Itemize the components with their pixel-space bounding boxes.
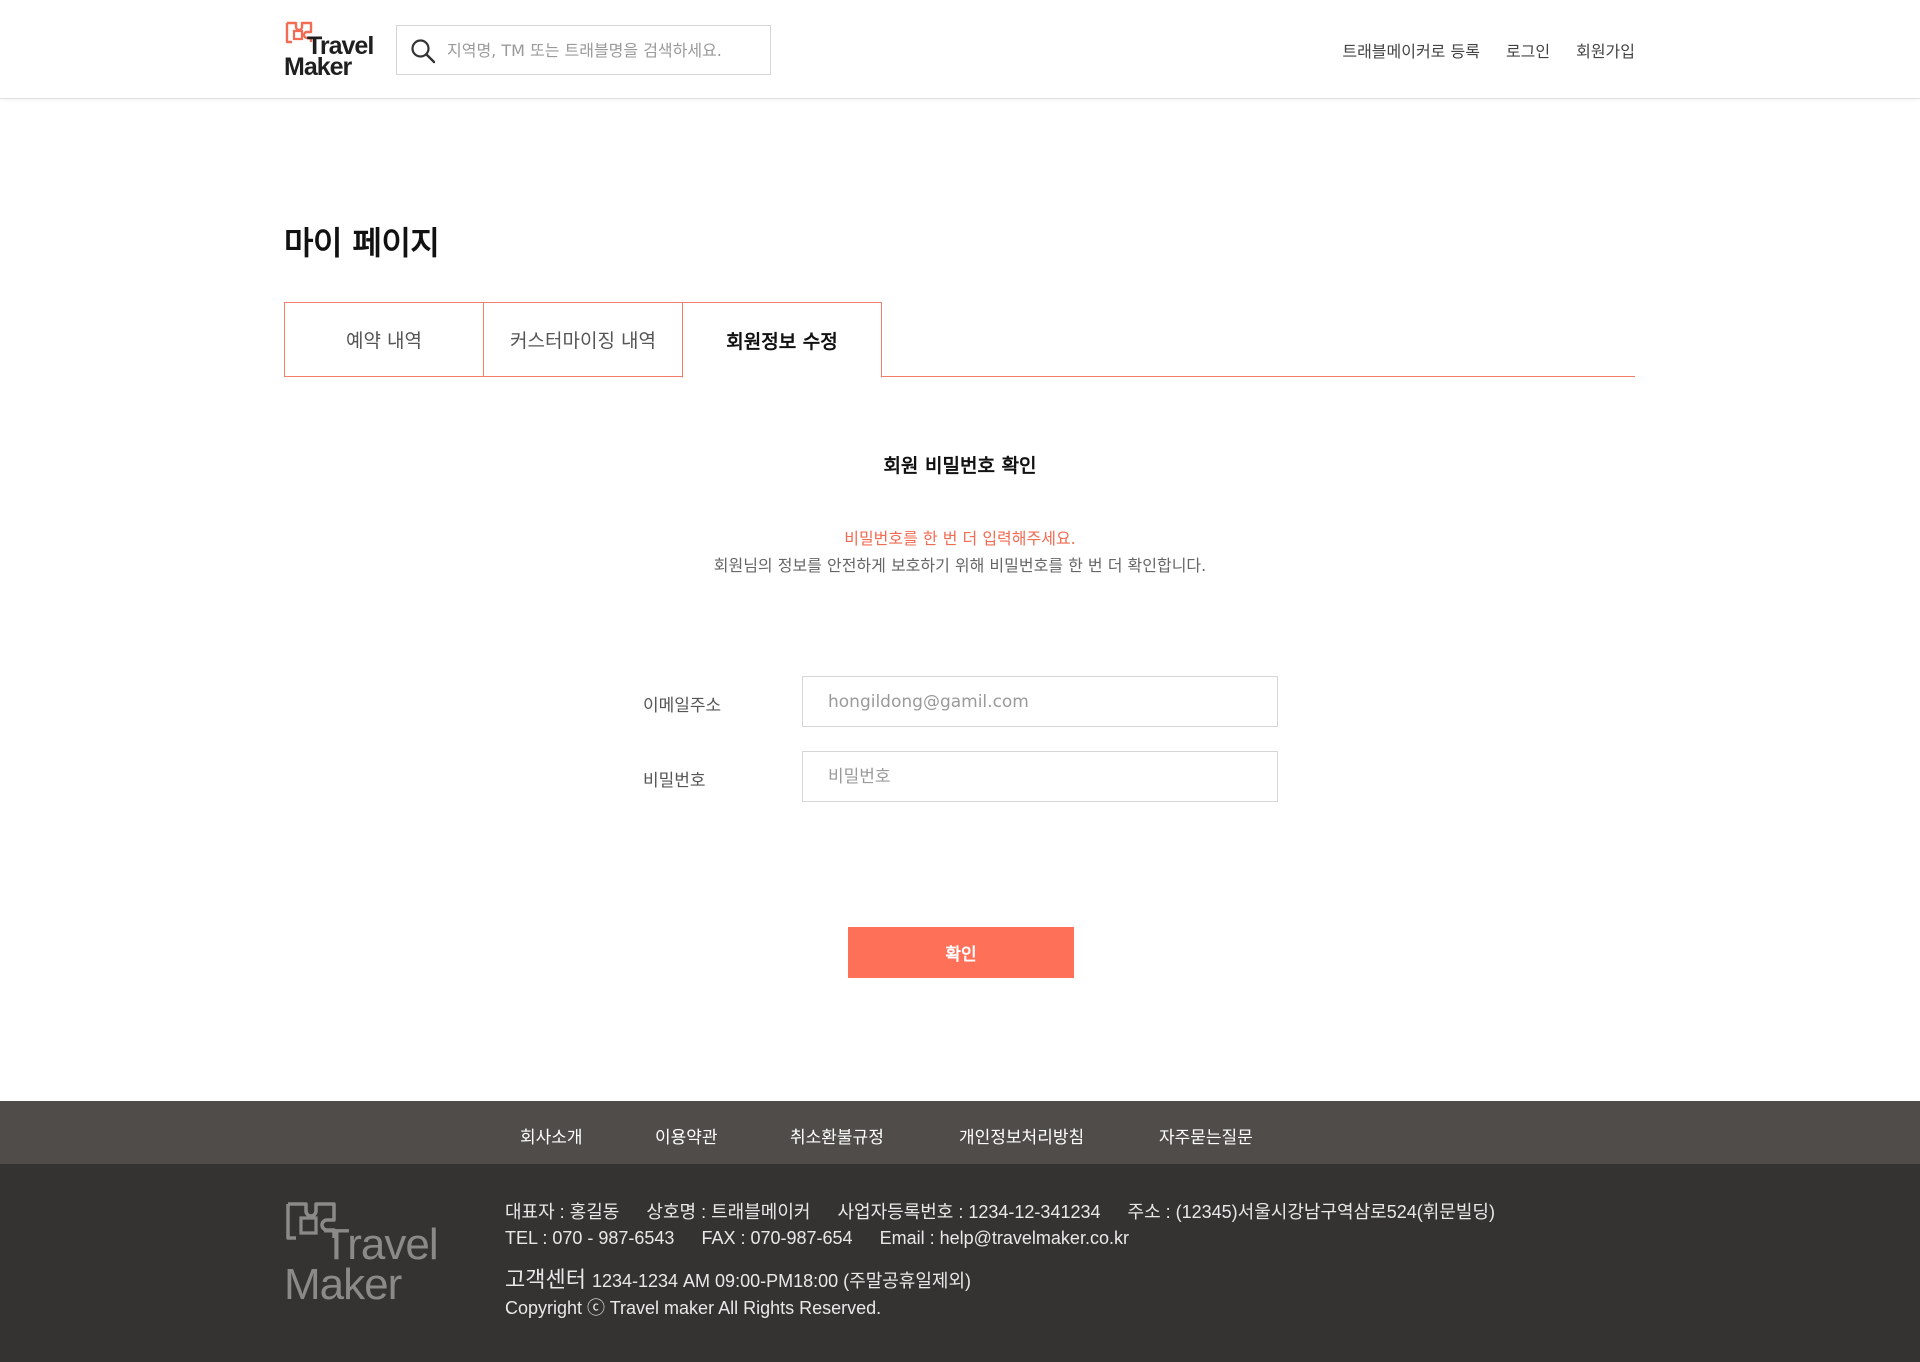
footer-link-terms[interactable]: 이용약관	[655, 1123, 718, 1148]
logo-line-1: Travel	[307, 32, 374, 60]
tab-customizing[interactable]: 커스터마이징 내역	[483, 302, 683, 377]
company-info-line-1: 대표자 : 홍길동 상호명 : 트래블메이커 사업자등록번호 : 1234-12…	[505, 1198, 1517, 1224]
footer-link-faq[interactable]: 자주묻는질문	[1159, 1123, 1253, 1148]
company-info-line-2: TEL : 070 - 987-6543 FAX : 070-987-654 E…	[505, 1228, 1151, 1249]
address-text: 주소 : (12345)서울시강남구역삼로524(휘문빌딩)	[1127, 1202, 1495, 1222]
company-name-text: 상호명 : 트래블메이커	[646, 1202, 811, 1222]
footer-logo: Travel Maker	[284, 1200, 449, 1309]
login-link[interactable]: 로그인	[1506, 38, 1550, 62]
security-notice: 회원님의 정보를 안전하게 보호하기 위해 비밀번호를 한 번 더 확인합니다.	[713, 556, 1207, 575]
search-icon[interactable]	[410, 38, 436, 64]
section-title: 회원 비밀번호 확인	[883, 455, 1037, 477]
footer-logo-line-2: Maker	[284, 1260, 402, 1309]
footer-nav: 회사소개 이용약관 취소환불규정 개인정보처리방침 자주묻는질문	[0, 1101, 1920, 1164]
tab-reservations[interactable]: 예약 내역	[284, 302, 484, 377]
top-nav: 트래블메이커로 등록 로그인 회원가입	[1342, 38, 1635, 62]
business-number-text: 사업자등록번호 : 1234-12-341234	[837, 1202, 1101, 1222]
tel-text: TEL : 070 - 987-6543	[505, 1228, 675, 1248]
mypage-tabs: 예약 내역 커스터마이징 내역 회원정보 수정	[284, 302, 1635, 378]
register-as-maker-link[interactable]: 트래블메이커로 등록	[1342, 38, 1480, 62]
email-label: 이메일주소	[643, 696, 722, 716]
password-field[interactable]	[802, 751, 1278, 802]
ceo-text: 대표자 : 홍길동	[505, 1202, 620, 1222]
fax-text: FAX : 070-987-654	[701, 1228, 853, 1248]
footer-logo-line-1: Travel	[323, 1220, 439, 1269]
customer-center-info: 1234-1234 AM 09:00-PM18:00 (주말공휴일제외)	[591, 1271, 972, 1291]
confirm-button[interactable]: 확인	[848, 927, 1074, 978]
site-footer: Travel Maker 대표자 : 홍길동 상호명 : 트래블메이커 사업자등…	[0, 1164, 1920, 1362]
footer-link-company[interactable]: 회사소개	[520, 1123, 583, 1148]
search-box	[396, 25, 771, 75]
password-label: 비밀번호	[643, 771, 706, 791]
footer-link-refund[interactable]: 취소환불규정	[790, 1123, 884, 1148]
email-text: Email : help@travelmaker.co.kr	[879, 1228, 1129, 1248]
password-notice: 비밀번호를 한 번 더 입력해주세요.	[844, 529, 1076, 548]
customer-center-title: 고객센터	[505, 1267, 586, 1292]
site-header: Travel Maker 트래블메이커로 등록 로그인 회원가입	[0, 0, 1920, 99]
footer-link-privacy[interactable]: 개인정보처리방침	[959, 1123, 1084, 1148]
signup-link[interactable]: 회원가입	[1576, 38, 1635, 62]
search-input[interactable]	[447, 26, 762, 74]
customer-center: 고객센터 1234-1234 AM 09:00-PM18:00 (주말공휴일제외)	[505, 1262, 993, 1294]
page-title: 마이 페이지	[284, 224, 440, 262]
travelmaker-logo[interactable]: Travel Maker	[284, 20, 374, 81]
tab-edit-profile[interactable]: 회원정보 수정	[682, 302, 882, 378]
logo-line-2: Maker	[284, 53, 352, 81]
copyright: Copyright ⓒ Travel maker All Rights Rese…	[505, 1298, 882, 1318]
email-field[interactable]	[802, 676, 1278, 727]
